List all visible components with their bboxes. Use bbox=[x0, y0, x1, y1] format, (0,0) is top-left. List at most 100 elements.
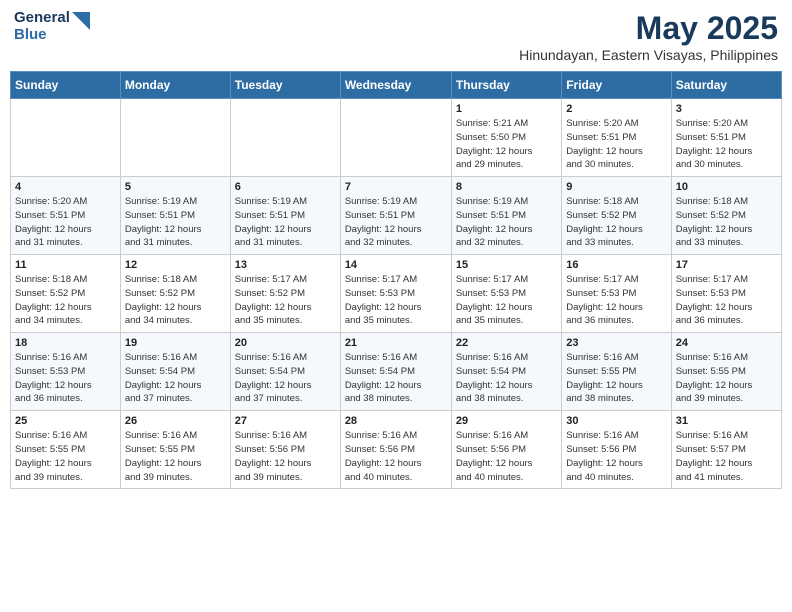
day-number: 9 bbox=[566, 181, 666, 193]
day-number: 19 bbox=[125, 337, 226, 349]
calendar-cell: 29 Sunrise: 5:16 AM Sunset: 5:56 PM Dayli… bbox=[451, 411, 561, 489]
calendar-cell: 1 Sunrise: 5:21 AM Sunset: 5:50 PM Daylig… bbox=[451, 99, 561, 177]
day-number: 12 bbox=[125, 259, 226, 271]
day-number: 29 bbox=[456, 415, 557, 427]
day-info: Sunrise: 5:16 AM Sunset: 5:54 PM Dayligh… bbox=[456, 351, 557, 406]
logo-triangle-icon bbox=[72, 12, 90, 40]
calendar-cell: 3 Sunrise: 5:20 AM Sunset: 5:51 PM Daylig… bbox=[671, 99, 781, 177]
calendar-cell bbox=[11, 99, 121, 177]
calendar-cell: 27 Sunrise: 5:16 AM Sunset: 5:56 PM Dayli… bbox=[230, 411, 340, 489]
day-info: Sunrise: 5:16 AM Sunset: 5:55 PM Dayligh… bbox=[566, 351, 666, 406]
day-number: 31 bbox=[676, 415, 777, 427]
calendar-cell: 31 Sunrise: 5:16 AM Sunset: 5:57 PM Dayli… bbox=[671, 411, 781, 489]
week-row-1: 1 Sunrise: 5:21 AM Sunset: 5:50 PM Daylig… bbox=[11, 99, 782, 177]
logo: General Blue bbox=[14, 10, 90, 43]
day-number: 14 bbox=[345, 259, 447, 271]
day-number: 18 bbox=[15, 337, 116, 349]
week-row-2: 4Sunrise: 5:20 AM Sunset: 5:51 PM Daylig… bbox=[11, 177, 782, 255]
day-number: 21 bbox=[345, 337, 447, 349]
calendar-cell: 18 Sunrise: 5:16 AM Sunset: 5:53 PM Dayli… bbox=[11, 333, 121, 411]
day-number: 25 bbox=[15, 415, 116, 427]
calendar-cell: 30 Sunrise: 5:16 AM Sunset: 5:56 PM Dayli… bbox=[562, 411, 671, 489]
calendar-cell bbox=[120, 99, 230, 177]
calendar-cell: 12 Sunrise: 5:18 AM Sunset: 5:52 PM Dayli… bbox=[120, 255, 230, 333]
day-info: Sunrise: 5:16 AM Sunset: 5:56 PM Dayligh… bbox=[566, 429, 666, 484]
day-number: 16 bbox=[566, 259, 666, 271]
day-info: Sunrise: 5:17 AM Sunset: 5:53 PM Dayligh… bbox=[345, 273, 447, 328]
calendar-cell bbox=[230, 99, 340, 177]
day-info: Sunrise: 5:16 AM Sunset: 5:56 PM Dayligh… bbox=[345, 429, 447, 484]
day-number: 26 bbox=[125, 415, 226, 427]
calendar-table: SundayMondayTuesdayWednesdayThursdayFrid… bbox=[10, 71, 782, 489]
day-info: Sunrise: 5:21 AM Sunset: 5:50 PM Dayligh… bbox=[456, 117, 557, 172]
day-info: Sunrise: 5:20 AM Sunset: 5:51 PM Dayligh… bbox=[676, 117, 777, 172]
title-block: May 2025 Hinundayan, Eastern Visayas, Ph… bbox=[519, 10, 778, 63]
day-number: 22 bbox=[456, 337, 557, 349]
day-info: Sunrise: 5:18 AM Sunset: 5:52 PM Dayligh… bbox=[15, 273, 116, 328]
calendar-cell: 9Sunrise: 5:18 AM Sunset: 5:52 PM Daylig… bbox=[562, 177, 671, 255]
day-info: Sunrise: 5:17 AM Sunset: 5:52 PM Dayligh… bbox=[235, 273, 336, 328]
day-number: 1 bbox=[456, 103, 557, 115]
day-number: 4 bbox=[15, 181, 116, 193]
day-number: 5 bbox=[125, 181, 226, 193]
calendar-cell: 16 Sunrise: 5:17 AM Sunset: 5:53 PM Dayli… bbox=[562, 255, 671, 333]
calendar-cell: 2 Sunrise: 5:20 AM Sunset: 5:51 PM Daylig… bbox=[562, 99, 671, 177]
logo-line2: Blue bbox=[14, 27, 70, 44]
calendar-cell: 23 Sunrise: 5:16 AM Sunset: 5:55 PM Dayli… bbox=[562, 333, 671, 411]
day-info: Sunrise: 5:18 AM Sunset: 5:52 PM Dayligh… bbox=[125, 273, 226, 328]
header-tuesday: Tuesday bbox=[230, 72, 340, 99]
day-info: Sunrise: 5:19 AM Sunset: 5:51 PM Dayligh… bbox=[345, 195, 447, 250]
day-number: 8 bbox=[456, 181, 557, 193]
main-title: May 2025 bbox=[519, 10, 778, 47]
day-number: 11 bbox=[15, 259, 116, 271]
day-number: 27 bbox=[235, 415, 336, 427]
calendar-cell: 24Sunrise: 5:16 AM Sunset: 5:55 PM Dayli… bbox=[671, 333, 781, 411]
week-row-3: 11 Sunrise: 5:18 AM Sunset: 5:52 PM Dayli… bbox=[11, 255, 782, 333]
page-header: General Blue May 2025 Hinundayan, Easter… bbox=[10, 10, 782, 63]
week-row-4: 18 Sunrise: 5:16 AM Sunset: 5:53 PM Dayli… bbox=[11, 333, 782, 411]
day-info: Sunrise: 5:16 AM Sunset: 5:55 PM Dayligh… bbox=[125, 429, 226, 484]
calendar-cell: 7Sunrise: 5:19 AM Sunset: 5:51 PM Daylig… bbox=[340, 177, 451, 255]
day-info: Sunrise: 5:16 AM Sunset: 5:54 PM Dayligh… bbox=[125, 351, 226, 406]
day-info: Sunrise: 5:16 AM Sunset: 5:54 PM Dayligh… bbox=[235, 351, 336, 406]
day-number: 24 bbox=[676, 337, 777, 349]
day-info: Sunrise: 5:16 AM Sunset: 5:56 PM Dayligh… bbox=[235, 429, 336, 484]
day-info: Sunrise: 5:16 AM Sunset: 5:56 PM Dayligh… bbox=[456, 429, 557, 484]
calendar-cell: 6 Sunrise: 5:19 AM Sunset: 5:51 PM Daylig… bbox=[230, 177, 340, 255]
day-number: 30 bbox=[566, 415, 666, 427]
header-sunday: Sunday bbox=[11, 72, 121, 99]
calendar-cell: 21 Sunrise: 5:16 AM Sunset: 5:54 PM Dayli… bbox=[340, 333, 451, 411]
header-wednesday: Wednesday bbox=[340, 72, 451, 99]
subtitle: Hinundayan, Eastern Visayas, Philippines bbox=[519, 47, 778, 63]
calendar-cell: 20 Sunrise: 5:16 AM Sunset: 5:54 PM Dayli… bbox=[230, 333, 340, 411]
day-number: 10 bbox=[676, 181, 777, 193]
calendar-cell bbox=[340, 99, 451, 177]
day-number: 3 bbox=[676, 103, 777, 115]
logo-line1: General bbox=[14, 10, 70, 27]
calendar-cell: 19 Sunrise: 5:16 AM Sunset: 5:54 PM Dayli… bbox=[120, 333, 230, 411]
day-info: Sunrise: 5:17 AM Sunset: 5:53 PM Dayligh… bbox=[676, 273, 777, 328]
calendar-cell: 15Sunrise: 5:17 AM Sunset: 5:53 PM Dayli… bbox=[451, 255, 561, 333]
day-info: Sunrise: 5:16 AM Sunset: 5:54 PM Dayligh… bbox=[345, 351, 447, 406]
day-number: 20 bbox=[235, 337, 336, 349]
day-info: Sunrise: 5:20 AM Sunset: 5:51 PM Dayligh… bbox=[566, 117, 666, 172]
day-info: Sunrise: 5:16 AM Sunset: 5:55 PM Dayligh… bbox=[15, 429, 116, 484]
calendar-cell: 5Sunrise: 5:19 AM Sunset: 5:51 PM Daylig… bbox=[120, 177, 230, 255]
day-number: 2 bbox=[566, 103, 666, 115]
day-info: Sunrise: 5:18 AM Sunset: 5:52 PM Dayligh… bbox=[676, 195, 777, 250]
day-info: Sunrise: 5:16 AM Sunset: 5:53 PM Dayligh… bbox=[15, 351, 116, 406]
day-number: 23 bbox=[566, 337, 666, 349]
day-info: Sunrise: 5:17 AM Sunset: 5:53 PM Dayligh… bbox=[566, 273, 666, 328]
calendar-cell: 25 Sunrise: 5:16 AM Sunset: 5:55 PM Dayli… bbox=[11, 411, 121, 489]
day-info: Sunrise: 5:19 AM Sunset: 5:51 PM Dayligh… bbox=[235, 195, 336, 250]
day-number: 6 bbox=[235, 181, 336, 193]
day-info: Sunrise: 5:16 AM Sunset: 5:57 PM Dayligh… bbox=[676, 429, 777, 484]
calendar-cell: 13 Sunrise: 5:17 AM Sunset: 5:52 PM Dayli… bbox=[230, 255, 340, 333]
header-friday: Friday bbox=[562, 72, 671, 99]
header-thursday: Thursday bbox=[451, 72, 561, 99]
day-number: 15 bbox=[456, 259, 557, 271]
calendar-cell: 14 Sunrise: 5:17 AM Sunset: 5:53 PM Dayli… bbox=[340, 255, 451, 333]
day-info: Sunrise: 5:19 AM Sunset: 5:51 PM Dayligh… bbox=[456, 195, 557, 250]
calendar-cell: 28Sunrise: 5:16 AM Sunset: 5:56 PM Dayli… bbox=[340, 411, 451, 489]
day-number: 13 bbox=[235, 259, 336, 271]
